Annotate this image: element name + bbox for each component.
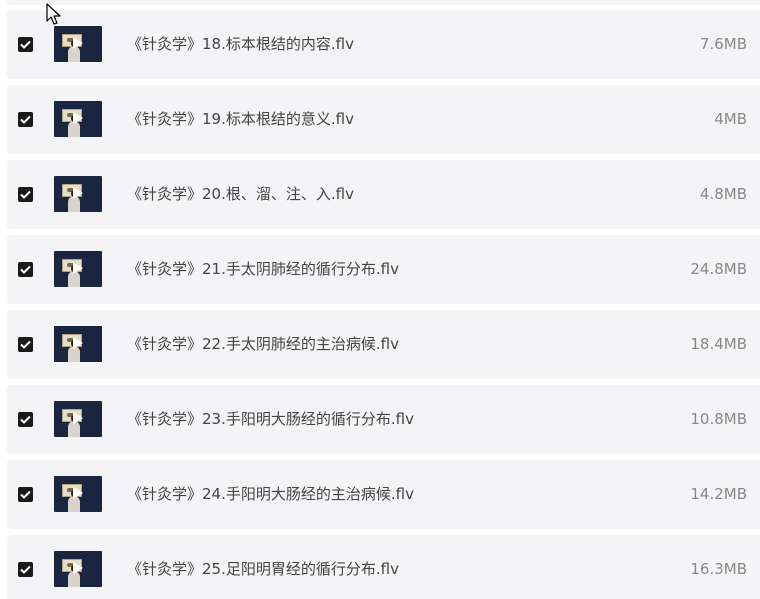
play-icon	[73, 487, 83, 499]
file-size: 18.4MB	[690, 335, 747, 353]
file-list: 《针灸学》18.标本根结的内容.flv 7.6MB 《针灸学》19.标本根结的意…	[7, 10, 760, 599]
file-checkbox[interactable]	[18, 562, 33, 577]
play-icon	[73, 412, 83, 424]
file-checkbox[interactable]	[18, 187, 33, 202]
file-size: 4.8MB	[699, 185, 747, 203]
file-size: 10.8MB	[690, 410, 747, 428]
checkmark-icon	[20, 40, 31, 49]
file-size: 24.8MB	[690, 260, 747, 278]
play-icon	[73, 562, 83, 574]
video-thumbnail[interactable]	[54, 401, 102, 437]
checkmark-icon	[20, 565, 31, 574]
play-icon	[73, 262, 83, 274]
video-thumbnail[interactable]	[54, 251, 102, 287]
play-icon	[73, 187, 83, 199]
file-size: 16.3MB	[690, 560, 747, 578]
previous-row-edge	[7, 0, 760, 5]
file-name[interactable]: 《针灸学》18.标本根结的内容.flv	[127, 35, 354, 54]
file-size: 7.6MB	[699, 35, 747, 53]
video-thumbnail[interactable]	[54, 101, 102, 137]
play-icon	[73, 337, 83, 349]
mouse-cursor-icon	[46, 3, 61, 25]
checkmark-icon	[20, 490, 31, 499]
file-name[interactable]: 《针灸学》19.标本根结的意义.flv	[127, 110, 354, 129]
checkmark-icon	[20, 340, 31, 349]
file-row[interactable]: 《针灸学》22.手太阴肺经的主治病候.flv 18.4MB	[7, 310, 760, 379]
checkmark-icon	[20, 265, 31, 274]
file-name[interactable]: 《针灸学》22.手太阴肺经的主治病候.flv	[127, 335, 399, 354]
file-checkbox[interactable]	[18, 262, 33, 277]
file-checkbox[interactable]	[18, 337, 33, 352]
file-row[interactable]: 《针灸学》25.足阳明胃经的循行分布.flv 16.3MB	[7, 535, 760, 599]
file-checkbox[interactable]	[18, 412, 33, 427]
file-row[interactable]: 《针灸学》18.标本根结的内容.flv 7.6MB	[7, 10, 760, 79]
file-row[interactable]: 《针灸学》19.标本根结的意义.flv 4MB	[7, 85, 760, 154]
checkmark-icon	[20, 190, 31, 199]
video-thumbnail[interactable]	[54, 551, 102, 587]
play-icon	[73, 112, 83, 124]
video-thumbnail[interactable]	[54, 176, 102, 212]
file-name[interactable]: 《针灸学》23.手阳明大肠经的循行分布.flv	[127, 410, 414, 429]
checkmark-icon	[20, 415, 31, 424]
file-name[interactable]: 《针灸学》20.根、溜、注、入.flv	[127, 185, 354, 204]
file-checkbox[interactable]	[18, 37, 33, 52]
file-name[interactable]: 《针灸学》24.手阳明大肠经的主治病候.flv	[127, 485, 414, 504]
file-size: 14.2MB	[690, 485, 747, 503]
video-thumbnail[interactable]	[54, 476, 102, 512]
video-thumbnail[interactable]	[54, 26, 102, 62]
checkmark-icon	[20, 115, 31, 124]
play-icon	[73, 37, 83, 49]
file-row[interactable]: 《针灸学》21.手太阴肺经的循行分布.flv 24.8MB	[7, 235, 760, 304]
file-list-page: 《针灸学》18.标本根结的内容.flv 7.6MB 《针灸学》19.标本根结的意…	[0, 0, 760, 599]
file-size: 4MB	[714, 110, 747, 128]
file-name[interactable]: 《针灸学》21.手太阴肺经的循行分布.flv	[127, 260, 399, 279]
file-name[interactable]: 《针灸学》25.足阳明胃经的循行分布.flv	[127, 560, 399, 579]
file-row[interactable]: 《针灸学》24.手阳明大肠经的主治病候.flv 14.2MB	[7, 460, 760, 529]
file-row[interactable]: 《针灸学》23.手阳明大肠经的循行分布.flv 10.8MB	[7, 385, 760, 454]
file-row[interactable]: 《针灸学》20.根、溜、注、入.flv 4.8MB	[7, 160, 760, 229]
video-thumbnail[interactable]	[54, 326, 102, 362]
file-checkbox[interactable]	[18, 112, 33, 127]
file-checkbox[interactable]	[18, 487, 33, 502]
